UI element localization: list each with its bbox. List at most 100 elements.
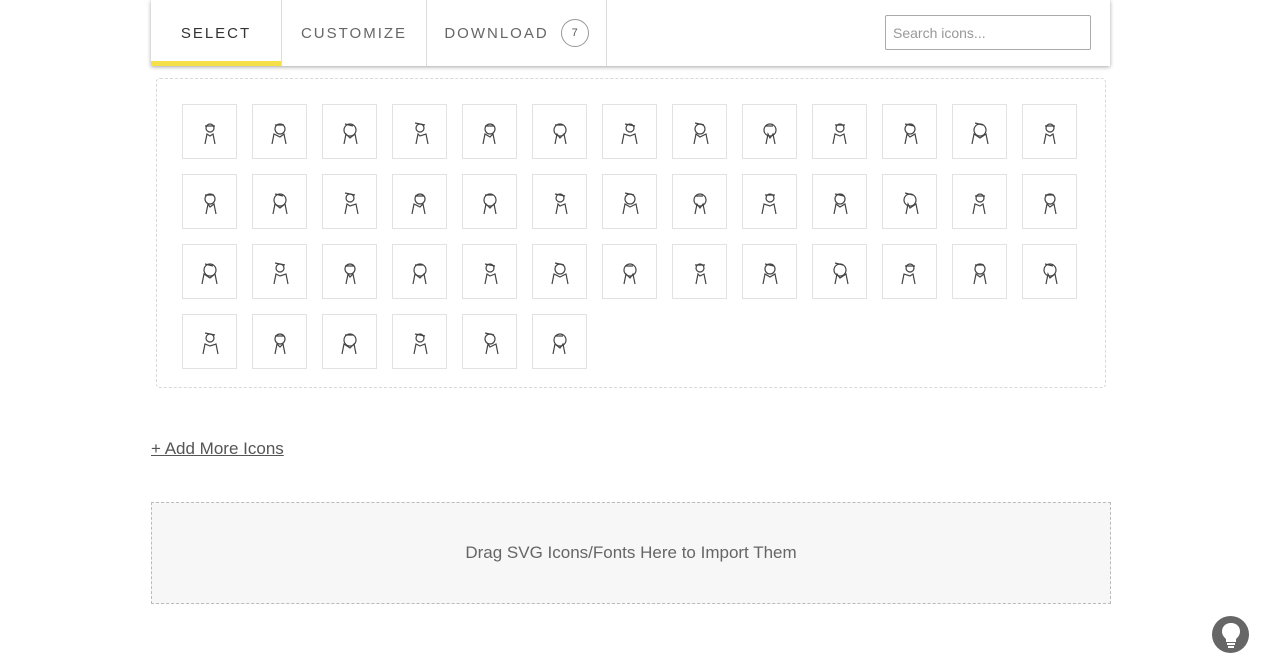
icon-tile[interactable] bbox=[952, 244, 1007, 299]
icon-tile[interactable] bbox=[672, 174, 727, 229]
icon-tile[interactable] bbox=[322, 104, 377, 159]
ufo-icon bbox=[270, 122, 287, 144]
icon-tile[interactable] bbox=[952, 174, 1007, 229]
svg-import-dropzone[interactable]: Drag SVG Icons/Fonts Here to Import Them bbox=[151, 502, 1111, 604]
icon-tile[interactable] bbox=[742, 104, 797, 159]
shouting-man-icon bbox=[970, 121, 989, 144]
icon-tile[interactable] bbox=[532, 174, 587, 229]
icon-tile[interactable] bbox=[882, 104, 937, 159]
fire-hand-icon bbox=[832, 261, 849, 284]
icon-tile[interactable] bbox=[252, 314, 307, 369]
search-input[interactable] bbox=[885, 15, 1091, 50]
candle-icon bbox=[552, 122, 567, 144]
icon-tile[interactable] bbox=[952, 104, 1007, 159]
medusa-icon bbox=[1043, 192, 1057, 214]
root-monster-icon bbox=[343, 262, 356, 284]
icon-tile[interactable] bbox=[182, 314, 237, 369]
icon-tile[interactable] bbox=[602, 174, 657, 229]
candles-icon bbox=[203, 122, 216, 144]
hook-man-icon bbox=[622, 262, 637, 284]
witch-on-broom-icon bbox=[412, 332, 428, 354]
icon-tile[interactable] bbox=[252, 244, 307, 299]
icon-tile[interactable] bbox=[1022, 104, 1077, 159]
icon-tile[interactable] bbox=[392, 314, 447, 369]
icon-tile[interactable] bbox=[182, 244, 237, 299]
icon-tile[interactable] bbox=[532, 244, 587, 299]
steaming-pile-icon bbox=[972, 262, 987, 284]
icon-tile[interactable] bbox=[742, 244, 797, 299]
guillotine-icon bbox=[554, 192, 568, 214]
icon-tile[interactable] bbox=[322, 314, 377, 369]
native-chief-icon bbox=[410, 192, 426, 214]
ghost-sheet-icon bbox=[621, 191, 639, 214]
icon-tile[interactable] bbox=[182, 174, 237, 229]
lightbulb-icon bbox=[1221, 622, 1240, 648]
add-more-icons-link[interactable]: + Add More Icons bbox=[151, 439, 284, 459]
finger-icon bbox=[271, 192, 288, 214]
icon-tile[interactable] bbox=[392, 104, 447, 159]
icon-tile[interactable] bbox=[322, 174, 377, 229]
download-count-badge: 7 bbox=[560, 19, 589, 47]
icon-tile[interactable] bbox=[742, 174, 797, 229]
icon-tile[interactable] bbox=[532, 314, 587, 369]
icon-tile[interactable] bbox=[602, 104, 657, 159]
prison-bars-icon bbox=[1042, 262, 1058, 284]
icon-tile[interactable] bbox=[812, 244, 867, 299]
icon-tile[interactable] bbox=[1022, 174, 1077, 229]
zombie-face-icon bbox=[903, 122, 918, 144]
icon-tile[interactable] bbox=[462, 174, 517, 229]
bomb-face-icon bbox=[760, 192, 777, 214]
earth-explosion-icon bbox=[550, 261, 569, 284]
graveyard-icon bbox=[343, 191, 359, 214]
gallows-icon bbox=[831, 122, 847, 144]
icon-tile[interactable] bbox=[182, 104, 237, 159]
pan-face-icon bbox=[694, 262, 707, 284]
icon-tile[interactable] bbox=[672, 104, 727, 159]
icon-tile[interactable] bbox=[392, 174, 447, 229]
cauldron-fire-icon bbox=[414, 121, 429, 144]
icon-tile[interactable] bbox=[252, 104, 307, 159]
help-button[interactable] bbox=[1212, 616, 1249, 653]
tab-customize-label: CUSTOMIZE bbox=[300, 24, 408, 42]
voodoo-doll-icon bbox=[762, 122, 777, 144]
icon-tile[interactable] bbox=[462, 104, 517, 159]
scarecrow-icon bbox=[483, 331, 499, 354]
potion-bottle-icon bbox=[692, 121, 709, 144]
nun-icon bbox=[342, 122, 358, 144]
icon-tile[interactable] bbox=[462, 244, 517, 299]
dropzone-label: Drag SVG Icons/Fonts Here to Import Them bbox=[465, 543, 797, 562]
tab-select[interactable]: SELECT bbox=[151, 0, 282, 66]
icon-tile[interactable] bbox=[882, 174, 937, 229]
tab-select-label: SELECT bbox=[180, 24, 252, 42]
dog-face-icon bbox=[203, 192, 217, 214]
icon-tile[interactable] bbox=[532, 104, 587, 159]
icon-tile[interactable] bbox=[672, 244, 727, 299]
icon-tile[interactable] bbox=[322, 244, 377, 299]
bong-icon bbox=[200, 262, 218, 284]
icon-tile[interactable] bbox=[392, 244, 447, 299]
skull-icon bbox=[340, 332, 357, 354]
dagger-face-icon bbox=[902, 191, 919, 214]
poison-jar-icon bbox=[900, 262, 916, 284]
top-toolbar: SELECT CUSTOMIZE DOWNLOAD 7 bbox=[151, 0, 1110, 66]
hanging-figure-icon bbox=[411, 262, 427, 284]
crossed-face-icon bbox=[692, 192, 707, 214]
cauldron-icon bbox=[483, 262, 498, 284]
icon-tile[interactable] bbox=[602, 244, 657, 299]
tab-download-label: DOWNLOAD bbox=[444, 24, 549, 42]
icon-tile[interactable] bbox=[1022, 244, 1077, 299]
icon-tile[interactable] bbox=[252, 174, 307, 229]
icon-tile[interactable] bbox=[882, 244, 937, 299]
icon-tile[interactable] bbox=[812, 174, 867, 229]
icon-tile[interactable] bbox=[812, 104, 867, 159]
broken-tree-icon bbox=[201, 331, 219, 354]
knight-icon bbox=[273, 332, 286, 354]
lightning-hand-icon bbox=[1042, 122, 1056, 144]
spider-icon bbox=[620, 122, 638, 144]
witch-pot-icon bbox=[481, 122, 496, 144]
icon-tile[interactable] bbox=[462, 314, 517, 369]
scythe-icon bbox=[832, 192, 848, 214]
mad-scientist-icon bbox=[272, 261, 289, 284]
tab-customize[interactable]: CUSTOMIZE bbox=[282, 0, 427, 66]
tab-download[interactable]: DOWNLOAD 7 bbox=[427, 0, 607, 66]
